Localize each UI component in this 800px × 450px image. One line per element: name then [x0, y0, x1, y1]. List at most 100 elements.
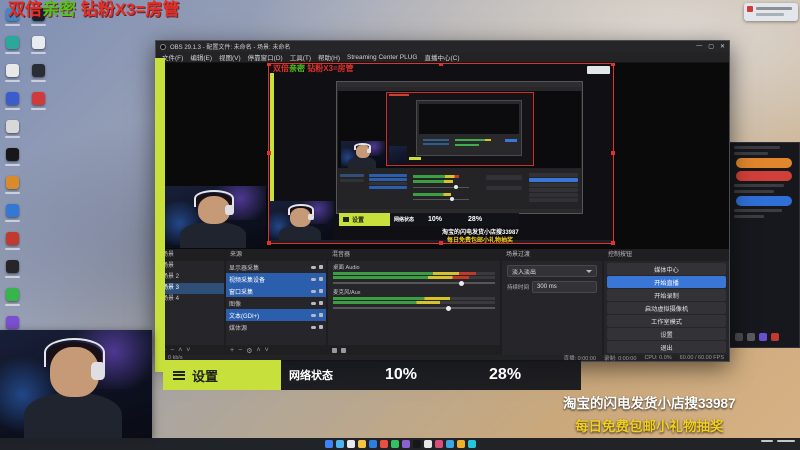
lock-icon[interactable] — [319, 265, 323, 269]
taskbar-app-icon[interactable] — [390, 440, 399, 448]
scene-item[interactable]: 场景 4 — [158, 294, 224, 305]
taskbar-app-icon[interactable] — [401, 440, 410, 448]
close-icon[interactable]: ✕ — [720, 43, 725, 50]
scene-item[interactable]: 场景 2 — [158, 272, 224, 283]
desktop-icon[interactable] — [5, 176, 20, 194]
selection-handle[interactable] — [267, 151, 271, 155]
transition-select[interactable]: 淡入淡出 — [507, 265, 597, 277]
taskbar-tray[interactable] — [761, 440, 795, 442]
selection-handle[interactable] — [267, 63, 271, 66]
panel-tool-icon[interactable] — [747, 333, 755, 341]
overlay-settings-strip[interactable]: 设置 — [163, 360, 281, 390]
source-down-icon[interactable]: ˅ — [265, 347, 269, 354]
speaker-icon[interactable] — [332, 348, 337, 353]
slider-knob[interactable] — [446, 305, 452, 311]
webcam-source[interactable] — [164, 186, 266, 248]
scene-down-icon[interactable]: ˅ — [186, 347, 190, 354]
desktop-icon[interactable] — [5, 148, 20, 166]
taskbar-app-icon[interactable] — [368, 440, 377, 448]
desktop-icon[interactable] — [5, 204, 20, 222]
visibility-icon[interactable] — [311, 265, 316, 269]
exit-button[interactable]: 退出 — [607, 341, 726, 353]
desktop-icon[interactable] — [5, 64, 20, 82]
settings-button[interactable]: 设置 — [607, 328, 726, 340]
panel-tool-icon[interactable] — [759, 333, 767, 341]
lock-icon[interactable] — [319, 313, 323, 317]
remove-scene-icon[interactable]: − — [170, 347, 174, 354]
visibility-icon[interactable] — [311, 301, 316, 305]
menu-live-center[interactable]: 直播中心(C) — [424, 52, 459, 62]
desktop-icon[interactable] — [31, 64, 46, 82]
lock-icon[interactable] — [319, 277, 323, 281]
webcam-window[interactable] — [0, 330, 152, 438]
add-source-icon[interactable]: + — [230, 347, 234, 354]
screen-capture-source[interactable]: 双倍亲密 钻粉X3=房管 设置 网络状态 10% 28% 淘宝的闪电发货小店搜3… — [268, 63, 614, 244]
start-streaming-button[interactable]: 开始直播 — [607, 276, 726, 288]
lock-icon[interactable] — [319, 289, 323, 293]
selection-handle[interactable] — [611, 241, 615, 245]
start-button-icon[interactable] — [324, 440, 333, 448]
desktop-icon[interactable] — [31, 92, 46, 110]
taskbar-app-icon[interactable] — [379, 440, 388, 448]
desktop-icon[interactable] — [5, 260, 20, 278]
menu-view[interactable]: 视图(V) — [219, 52, 241, 62]
taskbar-app-icon[interactable] — [357, 440, 366, 448]
taskbar-app-icon[interactable] — [434, 440, 443, 448]
panel-tool-icon[interactable] — [735, 333, 743, 341]
source-item-selected[interactable]: 文本(GDI+) — [226, 309, 326, 321]
selection-handle[interactable] — [267, 241, 271, 245]
volume-slider[interactable] — [333, 305, 495, 311]
studio-mode-button[interactable]: 工作室模式 — [607, 315, 726, 327]
virtual-camera-button[interactable]: 启动虚拟摄像机 — [607, 302, 726, 314]
duration-input[interactable]: 300 ms — [532, 281, 597, 293]
desktop-icon[interactable] — [5, 92, 20, 110]
visibility-icon[interactable] — [311, 313, 316, 317]
taskbar-app-icon[interactable] — [445, 440, 454, 448]
source-item-selected[interactable]: 窗口采集 — [226, 285, 326, 297]
orange-action-button[interactable] — [736, 158, 792, 168]
lock-icon[interactable] — [319, 301, 323, 305]
selection-handle[interactable] — [611, 151, 615, 155]
taskbar-app-icon[interactable] — [467, 440, 476, 448]
selection-handle[interactable] — [611, 63, 615, 66]
panel-tool-icon[interactable] — [771, 333, 779, 341]
mixer-settings-icon[interactable] — [341, 348, 346, 353]
taskbar-app-icon[interactable] — [456, 440, 465, 448]
obs-titlebar[interactable]: OBS 29.1.3 - 配置文件: 未命名 - 场景: 未命名 — ▢ ✕ — [156, 41, 729, 52]
menu-docks[interactable]: 停靠窗口(D) — [248, 52, 283, 62]
visibility-icon[interactable] — [311, 289, 316, 293]
volume-slider[interactable] — [333, 280, 495, 286]
source-item[interactable]: 显示器采集 — [226, 261, 326, 273]
selection-handle[interactable] — [439, 63, 443, 66]
taskbar-app-icon[interactable] — [423, 440, 432, 448]
source-item[interactable]: 图像 — [226, 297, 326, 309]
menu-tools[interactable]: 工具(T) — [290, 52, 311, 62]
desktop-icon[interactable] — [5, 316, 20, 334]
scene-up-icon[interactable]: ˄ — [178, 347, 182, 354]
desktop-icon[interactable] — [5, 232, 20, 250]
slider-knob[interactable] — [459, 280, 465, 286]
visibility-icon[interactable] — [311, 277, 316, 281]
blue-action-button[interactable] — [736, 196, 792, 206]
taskbar-app-icon[interactable] — [335, 440, 344, 448]
visibility-icon[interactable] — [311, 325, 316, 329]
desktop-icon[interactable] — [5, 36, 20, 54]
obs-preview-canvas[interactable]: 双倍亲密 钻粉X3=房管 设置 网络状态 10% 28% 淘宝的闪电发货小店搜3… — [156, 63, 729, 249]
red-action-button[interactable] — [736, 171, 792, 181]
remove-source-icon[interactable]: − — [238, 347, 242, 354]
menu-file[interactable]: 文件(F) — [162, 52, 183, 62]
scene-item[interactable]: 场景 — [158, 261, 224, 272]
selection-handle[interactable] — [439, 241, 443, 245]
source-item-selected[interactable]: 视频采集设备 — [226, 273, 326, 285]
source-up-icon[interactable]: ˄ — [256, 347, 260, 354]
lock-icon[interactable] — [319, 325, 323, 329]
desktop-icon[interactable] — [5, 288, 20, 306]
source-item[interactable]: 媒体源 — [226, 321, 326, 333]
desktop-icon[interactable] — [5, 120, 20, 138]
start-recording-button[interactable]: 开始录制 — [607, 289, 726, 301]
taskbar-app-icon[interactable] — [346, 440, 355, 448]
media-center-button[interactable]: 媒体中心 — [607, 263, 726, 275]
hamburger-menu-icon[interactable] — [173, 370, 185, 380]
scene-item-selected[interactable]: 场景 3 — [158, 283, 224, 294]
minimize-icon[interactable]: — — [696, 43, 702, 50]
